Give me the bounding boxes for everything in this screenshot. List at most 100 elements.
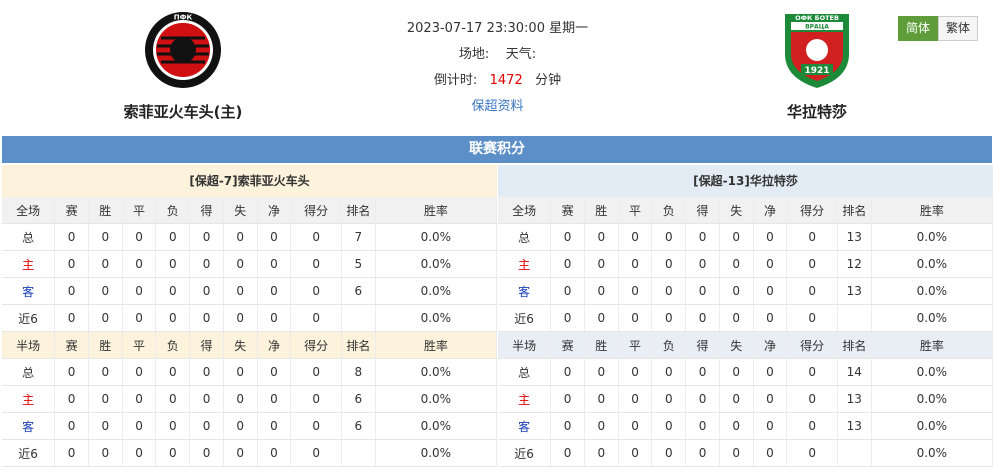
column-header: 排名 bbox=[341, 197, 376, 224]
column-header: 负 bbox=[651, 331, 687, 359]
table-cell: 0.0% bbox=[871, 358, 993, 386]
column-header: 得分 bbox=[290, 197, 342, 224]
table-row: 近6 0 0 0 0 0 0 0 0 0.0% bbox=[498, 439, 993, 467]
table-cell bbox=[837, 304, 872, 332]
away-team-logo: ОФК БОТЕВ ВРАЦА 1921 bbox=[785, 14, 849, 88]
table-cell: 0 bbox=[618, 439, 653, 467]
league-info-link[interactable]: 保超资料 bbox=[471, 99, 523, 114]
table-cell: 0 bbox=[685, 223, 720, 251]
table-cell: 0 bbox=[685, 439, 720, 467]
away-half-header-row: 半场赛胜平负得失净得分 排名 胜率 bbox=[498, 331, 993, 359]
table-cell: 0 bbox=[223, 412, 258, 440]
row-label: 客 bbox=[498, 277, 552, 305]
table-cell: 0 bbox=[719, 277, 754, 305]
home-team[interactable]: ПФК 索菲亚火车头(主) bbox=[93, 10, 273, 122]
table-cell: 13 bbox=[837, 277, 872, 305]
table-cell: 0.0% bbox=[871, 250, 993, 278]
table-cell: 0 bbox=[54, 223, 89, 251]
table-cell: 0 bbox=[550, 385, 585, 413]
table-cell: 0 bbox=[550, 250, 585, 278]
table-row: 总 0 0 0 0 0 0 0 0 13 0.0% bbox=[498, 223, 993, 251]
svg-text:ВРАЦА: ВРАЦА bbox=[805, 24, 829, 31]
home-full-label: 全场 bbox=[2, 197, 56, 224]
match-info: 2023-07-17 23:30:00 星期一 场地: 天气: 倒计时: 147… bbox=[380, 16, 615, 120]
table-cell: 0 bbox=[719, 412, 754, 440]
table-row: 客 0 0 0 0 0 0 0 0 6 0.0% bbox=[2, 277, 498, 305]
column-header: 平 bbox=[618, 197, 653, 224]
table-cell: 0 bbox=[54, 304, 89, 332]
table-cell: 0 bbox=[122, 250, 157, 278]
table-cell: 0 bbox=[257, 385, 292, 413]
table-row: 总 0 0 0 0 0 0 0 0 8 0.0% bbox=[2, 358, 498, 386]
row-label: 近6 bbox=[2, 304, 56, 332]
table-cell: 0 bbox=[786, 250, 838, 278]
countdown-value: 1472 bbox=[489, 73, 523, 88]
table-cell: 0 bbox=[257, 439, 292, 467]
column-header: 平 bbox=[618, 331, 653, 359]
row-label: 近6 bbox=[498, 439, 552, 467]
column-header: 平 bbox=[122, 331, 157, 359]
table-cell: 0 bbox=[155, 277, 191, 305]
simplified-chinese-button[interactable]: 简体 bbox=[898, 16, 938, 41]
table-cell: 0 bbox=[290, 358, 342, 386]
table-cell: 0 bbox=[122, 412, 157, 440]
table-cell: 0 bbox=[223, 358, 258, 386]
table-cell bbox=[837, 439, 872, 467]
table-cell: 0 bbox=[54, 358, 89, 386]
column-header: 得 bbox=[189, 197, 224, 224]
home-panel-title: [保超-7]索菲亚火车头 bbox=[2, 165, 497, 197]
table-cell: 0.0% bbox=[375, 439, 498, 467]
table-cell: 0 bbox=[786, 385, 838, 413]
traditional-chinese-button[interactable]: 繁体 bbox=[938, 16, 978, 41]
home-half-header-row: 半场赛胜平负得失净得分 排名 胜率 bbox=[2, 331, 498, 359]
table-cell: 0 bbox=[618, 223, 653, 251]
table-cell: 14 bbox=[837, 358, 872, 386]
table-cell: 0 bbox=[290, 250, 342, 278]
table-row: 近6 0 0 0 0 0 0 0 0 0.0% bbox=[2, 439, 498, 467]
away-panel-title: [保超-13]华拉特莎 bbox=[498, 165, 993, 197]
table-cell: 0 bbox=[122, 385, 157, 413]
column-header: 胜率 bbox=[375, 197, 498, 224]
table-cell: 0 bbox=[618, 277, 653, 305]
table-cell: 0 bbox=[88, 385, 123, 413]
table-cell: 0 bbox=[88, 304, 123, 332]
table-cell: 0 bbox=[719, 304, 754, 332]
table-cell: 0 bbox=[651, 304, 687, 332]
standings-title: 联赛积分 bbox=[2, 136, 992, 163]
table-cell: 0 bbox=[685, 358, 720, 386]
home-half-label: 半场 bbox=[2, 331, 56, 359]
table-cell: 0 bbox=[719, 223, 754, 251]
column-header: 失 bbox=[223, 331, 258, 359]
away-full-label: 全场 bbox=[498, 197, 552, 224]
table-cell: 0 bbox=[88, 277, 123, 305]
column-header: 赛 bbox=[550, 331, 585, 359]
row-label: 总 bbox=[2, 358, 56, 386]
table-cell: 0 bbox=[651, 412, 687, 440]
away-team[interactable]: ОФК БОТЕВ ВРАЦА 1921 华拉特莎 bbox=[727, 10, 907, 122]
column-header: 净 bbox=[257, 331, 292, 359]
table-cell: 0.0% bbox=[871, 277, 993, 305]
row-label: 主 bbox=[498, 250, 552, 278]
table-cell: 0 bbox=[122, 277, 157, 305]
column-header: 排名 bbox=[341, 331, 376, 359]
table-cell: 0 bbox=[122, 223, 157, 251]
column-header: 失 bbox=[719, 197, 754, 224]
countdown-unit: 分钟 bbox=[535, 73, 562, 88]
table-cell: 0 bbox=[651, 358, 687, 386]
table-cell: 0 bbox=[223, 223, 258, 251]
table-cell: 0 bbox=[753, 277, 788, 305]
table-cell: 0 bbox=[290, 277, 342, 305]
table-cell: 0 bbox=[189, 412, 224, 440]
table-cell: 6 bbox=[341, 385, 376, 413]
table-cell: 0 bbox=[54, 439, 89, 467]
table-cell: 0 bbox=[257, 358, 292, 386]
table-cell: 0 bbox=[54, 412, 89, 440]
table-cell: 0 bbox=[189, 304, 224, 332]
table-cell: 0 bbox=[257, 223, 292, 251]
table-cell: 0 bbox=[618, 385, 653, 413]
table-cell: 0 bbox=[290, 439, 342, 467]
table-cell: 0 bbox=[786, 358, 838, 386]
table-cell: 0 bbox=[550, 439, 585, 467]
table-cell: 0.0% bbox=[375, 277, 498, 305]
table-cell: 0 bbox=[155, 439, 191, 467]
